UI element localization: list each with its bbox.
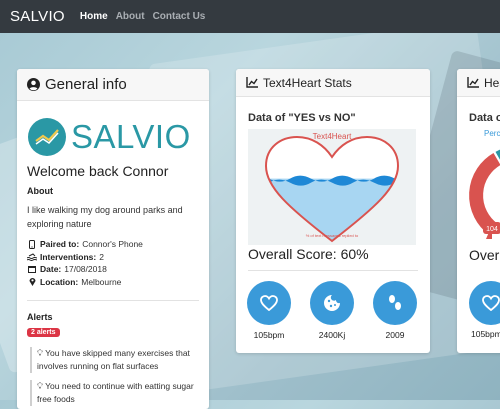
- map-marker-icon: [27, 277, 37, 287]
- heart-icon: [260, 295, 278, 311]
- heart-rate-value: 105bpm: [253, 330, 285, 340]
- about-text: I like walking my dog around parks and e…: [27, 205, 183, 229]
- date-label: Date:: [40, 264, 62, 275]
- swim-icon: [27, 253, 37, 261]
- third-subtitle: Perc: [484, 129, 500, 138]
- text4heart-header: Text4Heart Stats: [236, 69, 430, 97]
- heart-rate-button[interactable]: [247, 281, 291, 325]
- heart-chart-svg: Text4Heart % of text messages replied to: [264, 132, 400, 243]
- alerts-count-badge: 2 alerts: [27, 328, 60, 337]
- general-info-title: General info: [45, 76, 127, 93]
- general-info-card: General info SALVIO Welcome back Connor …: [17, 69, 209, 409]
- divider: [27, 300, 199, 301]
- location-row: Location: Melbourne: [27, 276, 143, 289]
- heart-stats-header: Hea: [457, 69, 500, 97]
- energy-value: 2400Kj: [318, 330, 346, 340]
- lightbulb-icon: 💡︎: [37, 348, 43, 358]
- steps-stat: 2009: [373, 281, 417, 340]
- paired-row: Paired to: Connor's Phone: [27, 238, 143, 251]
- alert-item: 💡︎ You have skipped many exercises that …: [30, 347, 207, 373]
- heart-label: Text4Heart: [313, 132, 352, 141]
- interventions-label: Interventions:: [40, 251, 97, 262]
- chart-line-icon: [467, 77, 479, 88]
- heart-rate-stat: 105bpm: [247, 281, 291, 340]
- chart-line-icon: [246, 77, 258, 88]
- location-value: Melbourne: [81, 276, 122, 287]
- paired-label: Paired to:: [40, 239, 80, 250]
- nav-about-link[interactable]: About: [116, 11, 145, 22]
- salvio-logo-icon: [28, 118, 66, 156]
- date-value: 17/08/2018: [64, 264, 107, 275]
- alert-text: You have skipped many exercises that inv…: [37, 348, 190, 371]
- gauge-value: 104: [486, 226, 498, 233]
- heart-stats-title: Hea: [484, 75, 500, 90]
- third-overall: Overa: [469, 247, 500, 263]
- alert-text: You need to continue with eatting sugar …: [37, 381, 194, 404]
- lightbulb-icon: 💡︎: [37, 381, 43, 391]
- heart-chart: Text4Heart % of text messages replied to: [248, 129, 416, 245]
- gauge-arc-red: [469, 152, 500, 235]
- general-info-header: General info: [17, 69, 209, 101]
- third-heart-stat: [469, 281, 500, 325]
- third-heart-value: 105bpm: [471, 329, 500, 339]
- location-label: Location:: [40, 276, 79, 287]
- text4heart-card: Text4Heart Stats Data of "YES vs NO" Tex…: [236, 69, 430, 353]
- nav-home-link[interactable]: Home: [80, 11, 108, 22]
- third-data-title: Data o: [469, 112, 500, 124]
- mobile-icon: [27, 239, 37, 249]
- third-heart-button[interactable]: [469, 281, 500, 325]
- interventions-value: 2: [99, 251, 104, 262]
- steps-button[interactable]: [373, 281, 417, 325]
- heart-rate-gauge: 104: [469, 149, 500, 239]
- heart-icon: [482, 295, 500, 311]
- alert-item: 💡︎ You need to continue with eatting sug…: [30, 380, 207, 406]
- steps-value: 2009: [385, 330, 405, 340]
- alerts-heading: Alerts: [27, 312, 53, 322]
- heart-caption: % of text messages replied to: [306, 233, 359, 238]
- about-heading: About: [27, 186, 53, 196]
- salvio-logo-text: SALVIO: [71, 118, 191, 155]
- yes-vs-no-title: Data of "YES vs NO": [248, 112, 356, 124]
- nav-contact-link[interactable]: Contact Us: [153, 11, 206, 22]
- calendar-icon: [27, 265, 37, 274]
- overall-score: Overall Score: 60%: [248, 246, 369, 262]
- shoe-prints-icon: [389, 295, 401, 310]
- cookie-icon: [324, 295, 340, 311]
- text4heart-title: Text4Heart Stats: [263, 75, 352, 90]
- user-circle-icon: [27, 78, 40, 91]
- energy-button[interactable]: [310, 281, 354, 325]
- date-row: Date: 17/08/2018: [27, 263, 143, 276]
- brand-logo[interactable]: SALVIO: [10, 8, 65, 25]
- profile-info-list: Paired to: Connor's Phone Interventions:…: [27, 238, 143, 288]
- welcome-message: Welcome back Connor: [27, 163, 169, 179]
- salvio-logo: SALVIO: [27, 117, 191, 157]
- divider: [248, 270, 418, 271]
- heart-stats-card: Hea Data o Perc 104 Overa 105bpm: [457, 69, 500, 353]
- energy-stat: 2400Kj: [310, 281, 354, 340]
- interventions-row: Interventions: 2: [27, 251, 143, 264]
- paired-value: Connor's Phone: [82, 239, 143, 250]
- top-navbar: SALVIO Home About Contact Us: [0, 0, 500, 33]
